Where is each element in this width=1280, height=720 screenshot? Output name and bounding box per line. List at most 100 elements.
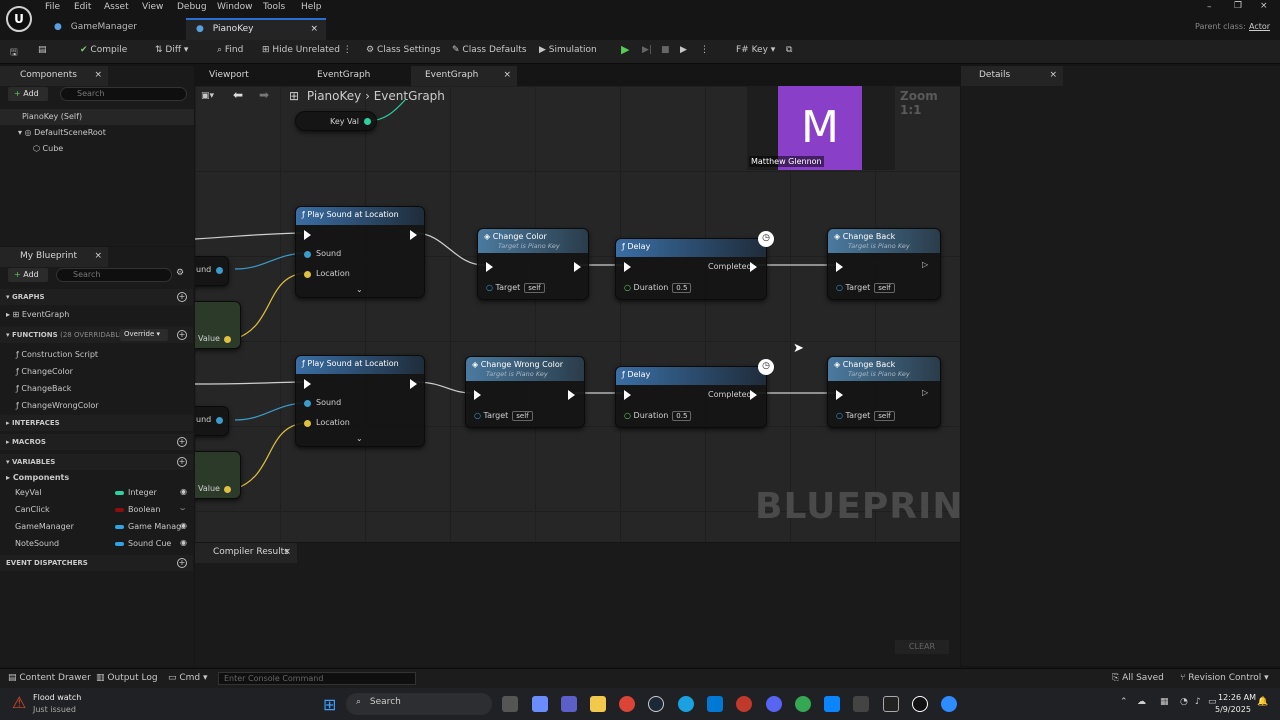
delay-node[interactable]: ƒ Delay ◷ Completed ○ Duration 0.5 bbox=[615, 359, 774, 428]
integer-pin[interactable] bbox=[364, 118, 371, 125]
delay-node[interactable]: ƒ Delay ◷ Completed ○ Duration 0.5 bbox=[615, 231, 774, 300]
change-color-node[interactable]: ◈ Change Color Target is Piano Key ○ Targ… bbox=[477, 228, 589, 300]
target-pin[interactable]: ○ Target self bbox=[474, 411, 533, 421]
edge-icon[interactable] bbox=[678, 696, 694, 712]
object-pin[interactable] bbox=[216, 417, 223, 424]
exec-in-pin[interactable] bbox=[486, 262, 493, 272]
vector-pin[interactable] bbox=[224, 486, 231, 493]
diff-button[interactable]: ⇅ Diff ▾ bbox=[155, 45, 188, 55]
menu-asset[interactable]: Asset bbox=[104, 2, 129, 12]
function-changeback[interactable]: ƒ ChangeBack bbox=[16, 384, 71, 393]
blueprint-search-input[interactable]: Search bbox=[56, 268, 172, 282]
change-wrong-color-node[interactable]: ◈ Change Wrong Color Target is Piano Key … bbox=[465, 356, 585, 428]
interfaces-section[interactable]: ▸ INTERFACES bbox=[0, 415, 193, 431]
variables-section[interactable]: ▾ VARIABLES bbox=[0, 454, 193, 470]
back-arrow-icon[interactable]: ⬅ bbox=[233, 88, 243, 102]
variables-components-category[interactable]: ▸ Components bbox=[6, 473, 69, 482]
exec-in-pin[interactable] bbox=[304, 379, 311, 389]
step-icon[interactable]: ▶| bbox=[642, 45, 652, 55]
add-dispatcher-icon[interactable]: + bbox=[177, 558, 187, 568]
variable-canclick[interactable]: CanClick bbox=[15, 505, 50, 514]
change-back-node[interactable]: ◈ Change Back Target is Piano Key ▷ ○ Tar… bbox=[827, 356, 941, 428]
components-search-input[interactable]: Search bbox=[60, 87, 187, 101]
event-graph-canvas[interactable]: ▣▾ ⬅ ➡ ⊞ PianoKey › EventGraph Zoom 1:1 … bbox=[195, 86, 960, 542]
visibility-eye-icon[interactable]: ◉ bbox=[180, 538, 187, 547]
hide-unrelated-button[interactable]: ⊞ Hide Unrelated ⋮ bbox=[262, 45, 352, 55]
close-icon[interactable]: × bbox=[503, 70, 511, 80]
clock-date[interactable]: 5/9/2025 bbox=[1215, 705, 1251, 714]
add-function-icon[interactable]: + bbox=[177, 330, 187, 340]
graph-options-icon[interactable]: ▣▾ bbox=[201, 91, 214, 101]
function-changewrongcolor[interactable]: ƒ ChangeWrongColor bbox=[16, 401, 99, 410]
discord-icon[interactable] bbox=[766, 696, 782, 712]
exec-out-pin[interactable] bbox=[574, 262, 581, 272]
component-default-scene-root[interactable]: ▾ ◎ DefaultSceneRoot bbox=[18, 128, 106, 137]
function-construction-script[interactable]: ƒ Construction Script bbox=[16, 350, 98, 359]
override-dropdown[interactable]: Override ▾ bbox=[120, 329, 168, 341]
zoom-icon[interactable] bbox=[941, 696, 957, 712]
visibility-eye-icon[interactable]: ◉ bbox=[180, 487, 187, 496]
completed-exec-pin[interactable] bbox=[750, 390, 757, 400]
unreal-logo-icon[interactable]: U bbox=[6, 6, 32, 32]
save-icon[interactable]: 🖫 bbox=[10, 45, 18, 61]
close-icon[interactable]: × bbox=[310, 24, 318, 34]
forward-arrow-icon[interactable]: ➡ bbox=[259, 88, 269, 102]
menu-edit[interactable]: Edit bbox=[74, 2, 91, 12]
all-saved-button[interactable]: ⎘ All Saved bbox=[1112, 673, 1164, 683]
unreal-engine-icon[interactable] bbox=[912, 696, 928, 712]
visibility-eye-icon[interactable]: ◉ bbox=[180, 521, 187, 530]
notification-bell-icon[interactable]: 🔔 bbox=[1257, 697, 1268, 707]
taskbar-search-box[interactable]: ⌕ Search bbox=[346, 693, 492, 715]
duration-pin[interactable]: ○ Duration 0.5 bbox=[624, 411, 692, 421]
variable-keyval[interactable]: KeyVal bbox=[15, 488, 41, 497]
chrome-icon[interactable] bbox=[619, 696, 635, 712]
change-back-node[interactable]: ◈ Change Back Target is Piano Key ▷ ○ Tar… bbox=[827, 228, 941, 300]
function-changecolor[interactable]: ƒ ChangeColor bbox=[16, 367, 73, 376]
weather-title[interactable]: Flood watch bbox=[33, 693, 81, 702]
component-cube[interactable]: ⬡ Cube bbox=[33, 144, 63, 153]
event-dispatchers-section[interactable]: EVENT DISPATCHERS bbox=[0, 555, 193, 571]
compile-button[interactable]: ✔ Compile bbox=[80, 45, 127, 55]
parent-class-link[interactable]: Actor bbox=[1249, 22, 1270, 31]
visibility-closed-eye-icon[interactable]: ⌣ bbox=[180, 504, 185, 514]
windows-start-icon[interactable]: ⊞ bbox=[323, 695, 336, 714]
exec-in-pin[interactable] bbox=[474, 390, 481, 400]
class-settings-button[interactable]: ⚙ Class Settings bbox=[366, 45, 440, 55]
app-icon[interactable] bbox=[736, 696, 752, 712]
tab-eventgraph-1[interactable]: EventGraph bbox=[303, 66, 409, 86]
target-pin[interactable]: ○ Target self bbox=[486, 283, 545, 293]
app-icon[interactable] bbox=[883, 696, 899, 712]
add-graph-icon[interactable]: + bbox=[177, 292, 187, 302]
expand-chevron-icon[interactable]: ⌄ bbox=[356, 434, 363, 443]
debug-filter-icon[interactable]: ⧉ bbox=[786, 45, 792, 55]
add-component-button[interactable]: + Add bbox=[8, 87, 48, 101]
event-node-partial[interactable]: und bbox=[195, 256, 229, 286]
revision-control-button[interactable]: ⑂ Revision Control ▾ bbox=[1180, 673, 1269, 683]
exec-out-pin[interactable] bbox=[410, 230, 417, 240]
stop-icon[interactable]: ■ bbox=[661, 45, 670, 55]
exec-in-pin[interactable] bbox=[836, 390, 843, 400]
graphs-section[interactable]: ▾ GRAPHS bbox=[0, 289, 193, 305]
store-icon[interactable] bbox=[707, 696, 723, 712]
tab-viewport[interactable]: Viewport bbox=[195, 66, 301, 86]
macros-section[interactable]: ▸ MACROS bbox=[0, 434, 193, 450]
file-explorer-icon[interactable] bbox=[590, 696, 606, 712]
menu-view[interactable]: View bbox=[142, 2, 163, 12]
variable-node-partial[interactable]: Value bbox=[195, 301, 241, 349]
menu-file[interactable]: File bbox=[45, 2, 60, 12]
keyval-getter-node[interactable]: Key Val bbox=[295, 111, 377, 131]
tray-app-icon[interactable]: ▦ bbox=[1160, 697, 1169, 707]
details-tab[interactable]: Details × bbox=[961, 66, 1063, 86]
sound-pin[interactable] bbox=[304, 251, 311, 258]
cmd-dropdown[interactable]: ▭ Cmd ▾ bbox=[168, 673, 208, 683]
minimize-button[interactable]: – bbox=[1207, 2, 1212, 12]
simulation-button[interactable]: ▶ Simulation bbox=[539, 45, 597, 55]
doc-tab-pianokey[interactable]: ● PianoKey × bbox=[186, 18, 326, 40]
console-command-input[interactable]: Enter Console Command bbox=[218, 672, 416, 685]
play-sound-at-location-node[interactable]: ƒ Play Sound at Location Sound Location … bbox=[295, 206, 425, 298]
expand-chevron-icon[interactable]: ⌄ bbox=[356, 285, 363, 294]
exec-out-pin[interactable] bbox=[568, 390, 575, 400]
menu-debug[interactable]: Debug bbox=[177, 2, 207, 12]
browse-icon[interactable]: ▤ bbox=[38, 45, 47, 55]
graph-item-eventgraph[interactable]: ▸ ⊞ EventGraph bbox=[6, 310, 69, 319]
